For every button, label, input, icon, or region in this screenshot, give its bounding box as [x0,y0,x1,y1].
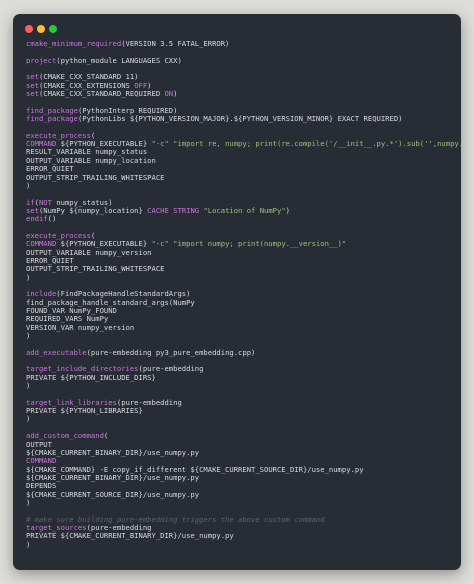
code-token: (python_module LANGUAGES CXX) [56,55,182,65]
code-line: cmake_minimum_required(VERSION 3.5 FATAL… [26,39,455,48]
code-line: OUTPUT_STRIP_TRAILING_WHITESPACE [26,265,455,273]
code-token: endif [26,214,48,224]
code-line: VERSION_VAR numpy_version [26,322,455,332]
code-line: PRIVATE ${PYTHON_LIBRARIES} [26,406,455,416]
code-token: "-c" "import numpy; print(numpy.__versio… [151,239,347,249]
code-token: ) [26,539,31,549]
code-line: add_executable(pure-embedding py3_pure_e… [26,347,455,357]
code-line: add_custom_command( [26,431,455,441]
code-line: PRIVATE ${CMAKE_CURRENT_BINARY_DIR}/use_… [26,532,455,540]
minimize-window-icon[interactable] [37,25,45,33]
code-line: PRIVATE ${PYTHON_INCLUDE_DIRS} [26,372,455,382]
code-line: find_package(PythonLibs ${PYTHON_VERSION… [26,114,455,124]
code-line: ${CMAKE_CURRENT_BINARY_DIR}/use_numpy.py [26,448,455,457]
code-token: ) [26,272,31,282]
code-line: ) [26,180,455,190]
code-token: OUTPUT_STRIP_TRAILING_WHITESPACE [26,172,165,182]
code-token: find_package [26,114,78,124]
code-token: ON [164,89,174,99]
code-token: cmake_minimum_required [26,39,122,48]
code-line: ) [26,415,455,423]
code-line: OUTPUT_VARIABLE numpy_version [26,248,455,257]
code-block: cmake_minimum_required(VERSION 3.5 FATAL… [26,39,461,549]
code-token: (VERSION 3.5 FATAL_ERROR) [121,39,230,48]
code-token: (CMAKE_CXX_STANDARD_REQUIRED [38,89,165,99]
close-window-icon[interactable] [25,25,33,33]
code-token: set [26,89,39,99]
code-token: PRIVATE ${PYTHON_INCLUDE_DIRS} [26,372,156,382]
code-token: ) [173,89,178,99]
maximize-window-icon[interactable] [49,25,57,33]
code-line: project(python_module LANGUAGES CXX) [26,55,455,65]
code-token: (pure-embedding py3_pure_embedding.cpp) [86,347,256,357]
code-token: add_executable [26,347,87,357]
code-line: set(NumPy ${numpy_location} CACHE STRING… [26,205,455,215]
code-token: OUTPUT_STRIP_TRAILING_WHITESPACE [26,264,165,274]
code-token: "Location of NumPy" [203,205,286,215]
code-line: OUTPUT_STRIP_TRAILING_WHITESPACE [26,172,455,182]
code-token: PRIVATE ${CMAKE_CURRENT_BINARY_DIR}/use_… [26,531,234,541]
code-line: ) [26,497,455,507]
code-token: PRIVATE ${PYTHON_LIBRARIES} [26,406,143,416]
code-token: ) [26,497,31,507]
code-token: ) [26,331,31,341]
code-token: VERSION_VAR numpy_version [26,322,135,332]
code-line: ) [26,539,455,549]
code-token: ) [26,381,31,391]
code-token: ( [103,431,109,441]
code-line: ) [26,272,455,282]
code-token: "-c" "import re, numpy; print(re.compile… [151,139,462,149]
code-token: ) [26,180,31,190]
code-token: ) [285,205,290,215]
code-line: ${CMAKE_CURRENT_BINARY_DIR}/use_numpy.py [26,473,455,482]
code-token: CACHE STRING [147,205,200,215]
code-token: ${CMAKE_CURRENT_SOURCE_DIR}/use_numpy.py [26,489,200,499]
code-line: ) [26,331,455,341]
code-line: ${CMAKE_CURRENT_SOURCE_DIR}/use_numpy.py [26,489,455,499]
code-line: OUTPUT_VARIABLE numpy_location [26,156,455,165]
code-line: endif() [26,215,455,223]
window-titlebar [13,14,461,42]
code-token: ) [26,414,31,424]
code-line: ) [26,381,455,391]
code-line: set(CMAKE_CXX_STANDARD_REQUIRED ON) [26,89,455,99]
code-token: (PythonLibs ${PYTHON_VERSION_MAJOR}.${PY… [77,114,403,124]
code-token: () [47,214,57,224]
code-token: project [26,55,57,65]
code-window: cmake_minimum_required(VERSION 3.5 FATAL… [13,14,461,570]
